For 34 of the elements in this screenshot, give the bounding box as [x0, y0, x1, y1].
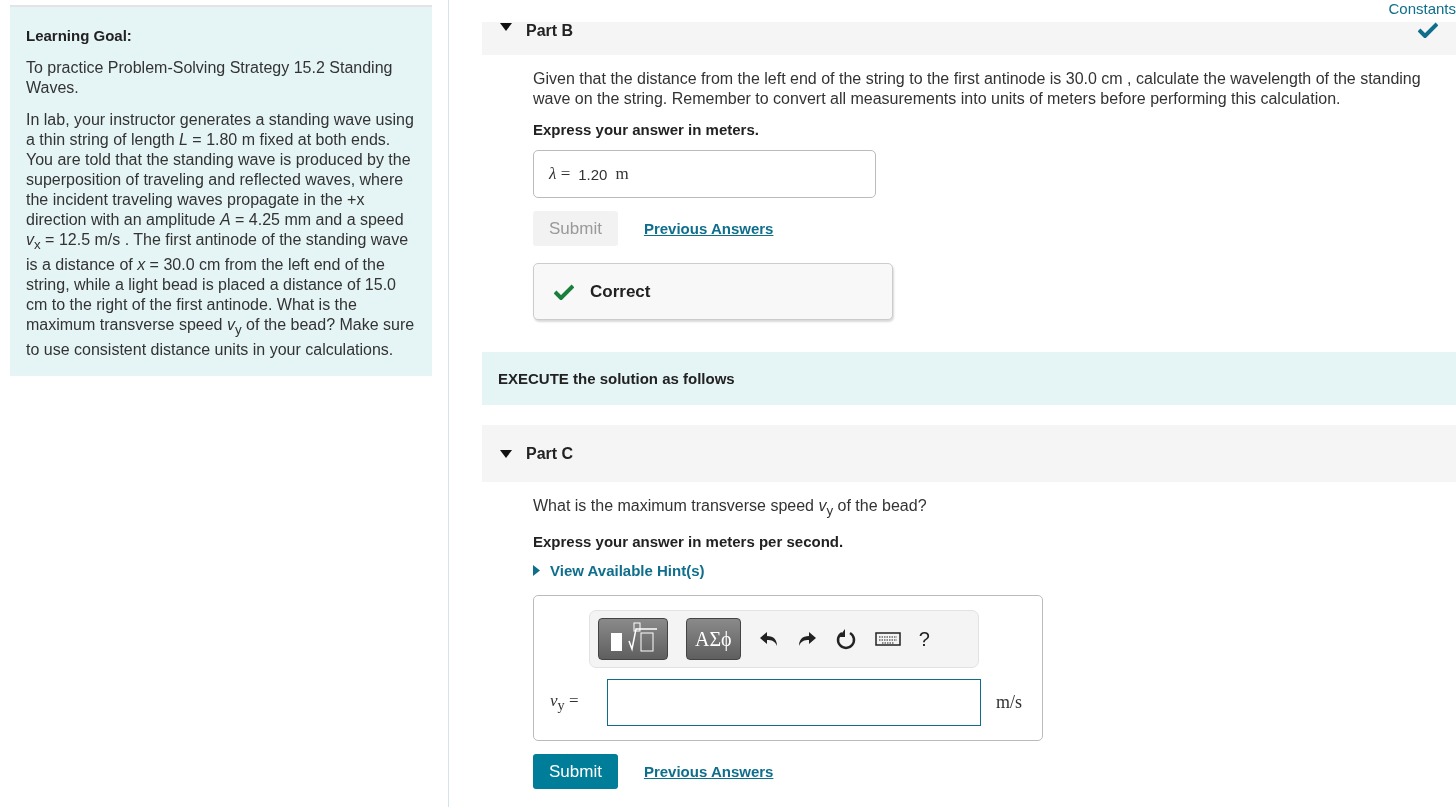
- answer-value: 1.20: [578, 165, 608, 183]
- section-banner: EXECUTE the solution as follows: [482, 352, 1456, 405]
- unit-label: m/s: [996, 692, 1022, 714]
- part-title: Part C: [526, 444, 575, 463]
- instruction-text: Express your answer in meters per second.: [533, 533, 845, 551]
- symbols-button[interactable]: ΑΣϕ: [686, 618, 741, 661]
- submit-button[interactable]: Submit: [533, 754, 618, 790]
- previous-answers-link[interactable]: Previous Answers: [643, 220, 774, 237]
- goal-paragraph: In lab, your instructor generates a standing wave using a thin string of length L = 1.80 m fixed at both ends. You are told that the standing wave is produced by the superposition of traveling and reflected waves, where the incident traveling waves propagate in the +x direction with an amplitude A = 4.25 mm and a speed v$_{x}$ = 12.5 m/s . The first antinode of the standing wave is a distance of x = 30.0 cm from the left end of the string, while a light bead is placed a distance of 15.0 cm to the right of the first antinode. What is the maximum transverse speed v$_{y}$ of the bead? Make sure to use consistent distance units in your calculations.: [26, 110, 416, 361]
- part-title: Part B: [526, 22, 575, 40]
- check-icon: [554, 283, 574, 300]
- caret-icon: [533, 565, 540, 577]
- keyboard-icon[interactable]: [874, 631, 901, 648]
- variable-label: v$_{y}$ =: [550, 691, 580, 715]
- template-button[interactable]: [598, 618, 668, 661]
- previous-answers-link[interactable]: Previous Answers: [643, 763, 774, 781]
- goal-paragraph: To practice Problem-Solving Strategy 15.2 Standing Waves.: [26, 58, 394, 98]
- instruction-text: Express your answer in meters.: [533, 121, 760, 138]
- question-text: What is the maximum transverse speed v$_{y}$ of the bead?: [533, 496, 928, 521]
- answer-field[interactable]: [606, 679, 981, 727]
- help-button[interactable]: ?: [918, 627, 930, 651]
- constants-link[interactable]: Constants: [1388, 0, 1456, 22]
- check-icon: [1418, 22, 1438, 38]
- hint-link[interactable]: View Available Hint(s): [533, 562, 1456, 580]
- feedback-text: Correct: [590, 281, 651, 302]
- part-header[interactable]: Part B: [482, 22, 1456, 55]
- reset-icon[interactable]: [834, 628, 857, 651]
- collapse-triangle-icon[interactable]: [500, 22, 512, 32]
- learning-goal-title: Learning Goal:: [26, 27, 133, 44]
- unit-label: m: [615, 164, 629, 184]
- part-header[interactable]: Part C: [482, 425, 1456, 482]
- variable-label: λ =: [549, 164, 571, 184]
- collapse-triangle-icon[interactable]: [500, 448, 512, 459]
- question-text: Given that the distance from the left end of the string to the first antinode is 30.0 cm , calculate the wavelength of the standing wave on the string. Remember to convert all measurements into units of meters before performing this calculation.: [533, 69, 1422, 109]
